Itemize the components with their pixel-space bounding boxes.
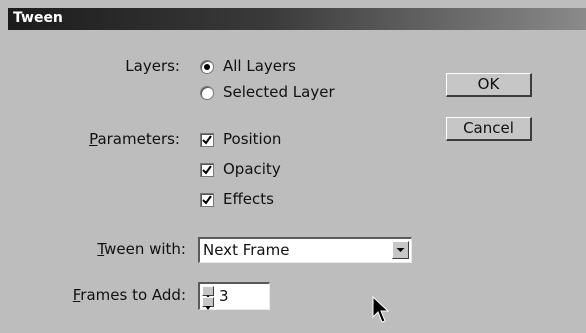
option-selected-layer-label[interactable]: Selected Layer [223,83,335,101]
tween-dialog: Tween Layers: All Layers Selected Layer … [0,0,586,333]
spinner-down-arrow-icon[interactable] [202,297,214,310]
title-bar[interactable]: Tween [8,8,586,30]
spinner-buttons [202,286,214,310]
spinner-up-arrow-icon[interactable] [202,286,214,299]
frames-to-add-label-text: rames to Add: [80,286,186,304]
checkbox-opacity-label[interactable]: Opacity [223,160,281,178]
layers-label: Layers: [125,57,180,75]
frames-to-add-value[interactable]: 3 [219,287,229,305]
option-all-layers-label[interactable]: All Layers [223,57,296,75]
checkbox-effects-label[interactable]: Effects [223,190,274,208]
dialog-title: Tween [13,10,63,26]
tween-with-select[interactable]: Next Frame [198,237,412,263]
mouse-pointer-icon [372,296,390,323]
checkmark-icon [202,195,212,205]
radio-selected-dot [204,64,210,70]
checkbox-position-label[interactable]: Position [223,130,281,148]
tween-with-value: Next Frame [203,241,290,259]
parameters-label: Parameters: [74,130,180,148]
frames-to-add-label: Frames to Add: [50,286,186,304]
checkbox-opacity[interactable] [200,163,214,177]
tween-with-label-text: ween with: [104,240,186,258]
parameters-label-text: arameters: [97,130,180,148]
checkmark-icon [202,135,212,145]
cancel-button[interactable]: Cancel [446,117,532,141]
checkmark-icon [202,165,212,175]
checkbox-position[interactable] [200,133,214,147]
radio-selected-layer[interactable] [200,86,214,100]
radio-all-layers[interactable] [200,60,214,74]
chevron-down-icon[interactable] [392,241,409,259]
checkbox-effects[interactable] [200,193,214,207]
ok-button[interactable]: OK [446,73,532,97]
tween-with-label: Tween with: [60,240,186,258]
frames-to-add-spinner[interactable]: 3 [198,282,270,310]
